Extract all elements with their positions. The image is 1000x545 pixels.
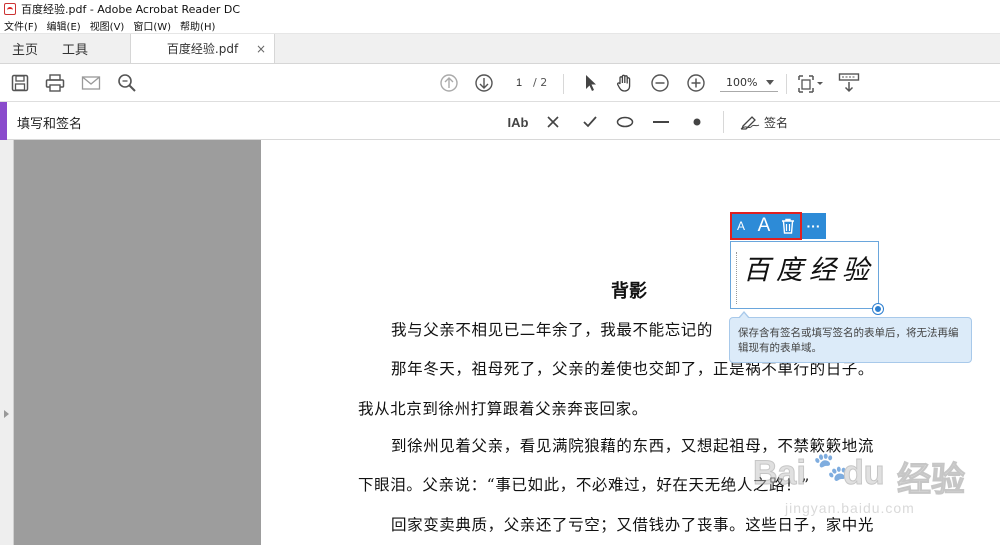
signature-tooltip: 保存含有签名或填写签名的表单后，将无法再编辑现有的表单域。 [729,311,972,363]
expand-arrow-icon [4,410,9,418]
signature-guide-line [736,252,737,304]
acrobat-app-icon [4,3,16,15]
document-background [14,140,261,545]
document-line: 我从北京到徐州打算跟着父亲奔丧回家。 [358,400,648,418]
delete-trash-icon[interactable] [776,218,800,234]
signature-field[interactable]: 百度经验 [730,241,879,309]
menu-view[interactable]: 视图(V) [90,18,125,33]
print-icon[interactable] [44,72,66,94]
fit-page-icon[interactable] [796,72,826,94]
tab-home[interactable]: 主页 [0,34,50,63]
increase-size-button[interactable]: A [752,215,776,237]
search-zoom-icon[interactable] [116,72,138,94]
zoom-out-icon[interactable] [649,72,671,94]
fill-sign-toolbar: 填写和签名 IAb 签名 [0,102,1000,140]
sign-label: 签名 [763,115,788,130]
zoom-value: 100% [726,76,758,89]
menu-bar: 文件(F) 编辑(E) 视图(V) 窗口(W) 帮助(H) [0,18,1000,34]
line-tool-icon[interactable] [650,111,672,133]
check-mark-icon[interactable] [580,111,600,133]
decrease-size-button[interactable]: A [730,219,752,233]
document-line: 我与父亲不相见已二年余了，我最不能忘记的 [391,321,714,339]
document-line: 下眼泪。父亲说：“事已如此，不必难过，好在天无绝人之路！” [358,476,810,494]
toolbar-divider [786,74,787,94]
page-number-input[interactable] [508,75,530,91]
dot-tool-icon[interactable] [687,111,707,133]
sign-button[interactable]: 签名 [738,111,790,133]
window-title: 百度经验.pdf - Adobe Acrobat Reader DC [21,3,241,16]
zoom-in-icon[interactable] [685,72,707,94]
scroll-mode-icon[interactable] [838,72,860,94]
circle-tool-icon[interactable] [614,111,636,133]
email-icon[interactable] [80,72,102,94]
fill-sign-divider [723,111,724,133]
main-toolbar: / 2 100% [0,64,1000,102]
more-options-button[interactable]: ··· [800,218,826,234]
toolbar-divider [563,74,564,94]
left-pane-toggle[interactable] [0,140,14,545]
menu-window[interactable]: 窗口(W) [133,18,171,33]
chevron-down-icon [766,80,774,85]
document-title: 背影 [611,281,647,302]
fill-sign-title: 填写和签名 [17,117,83,132]
menu-file[interactable]: 文件(F) [4,18,38,33]
select-arrow-icon[interactable] [580,72,602,94]
page-total: / 2 [533,76,548,89]
pen-sign-icon [740,116,760,130]
tab-tools[interactable]: 工具 [50,34,100,63]
fill-sign-accent [0,102,7,140]
tab-bar: 主页 工具 百度经验.pdf × [0,34,1000,64]
add-text-tool[interactable]: IAb [506,111,530,133]
watermark-url: jingyan.baidu.com [785,500,915,516]
watermark-text: 经验 [897,460,966,501]
cross-mark-icon[interactable] [543,111,563,133]
watermark-brand-2: du [843,454,886,493]
next-page-icon[interactable] [473,72,495,94]
zoom-select[interactable]: 100% [720,74,778,92]
menu-edit[interactable]: 编辑(E) [47,18,81,33]
prev-page-icon[interactable] [438,72,460,94]
baidu-watermark: Bai 🐾 du 经验 jingyan.baidu.com [745,440,995,545]
tab-close-icon[interactable]: × [256,42,266,56]
resize-handle[interactable] [873,304,883,314]
menu-help[interactable]: 帮助(H) [180,18,215,33]
title-bar: 百度经验.pdf - Adobe Acrobat Reader DC [0,0,1000,18]
tab-document-label: 百度经验.pdf [166,42,239,56]
signature-toolbar: A A ··· [730,213,826,239]
signature-text: 百度经验 [743,255,875,286]
hand-tool-icon[interactable] [614,72,636,94]
tab-document[interactable]: 百度经验.pdf × [130,34,276,63]
watermark-brand: Bai [753,454,807,493]
save-icon[interactable] [9,72,31,94]
